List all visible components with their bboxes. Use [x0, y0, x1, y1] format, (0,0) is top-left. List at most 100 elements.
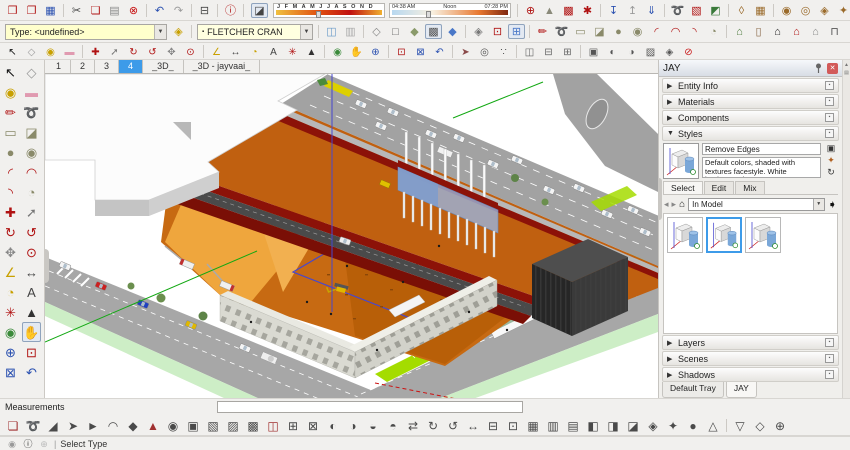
drape-icon[interactable]: ◈: [816, 3, 833, 18]
three-point-arc-icon[interactable]: ◝: [686, 24, 703, 39]
rectangle-tool-icon[interactable]: ▭: [1, 122, 20, 142]
flat-roof-icon[interactable]: ⊓: [826, 24, 843, 39]
three-point-arc-icon[interactable]: ◝: [1, 182, 20, 202]
bottom-tool-icon[interactable]: ⊕: [771, 418, 789, 433]
tray-menu-icon[interactable]: ▤: [844, 70, 849, 76]
section-layers[interactable]: ▶ Layers ▪: [662, 335, 839, 350]
bottom-tool-icon[interactable]: ●: [684, 418, 702, 433]
bottom-tool-icon[interactable]: ◐: [324, 418, 342, 433]
bottom-tool-icon[interactable]: ◑: [344, 418, 362, 433]
bottom-tool-icon[interactable]: ►: [84, 418, 102, 433]
model-info-icon[interactable]: ⓘ: [222, 3, 239, 18]
back-arrow-icon[interactable]: ◂: [664, 199, 669, 210]
pin-icon[interactable]: [814, 63, 823, 73]
position-camera-icon[interactable]: ➤: [457, 45, 474, 58]
scene-tab-2[interactable]: 2: [71, 60, 96, 73]
component-house-icon[interactable]: ⌂: [769, 24, 786, 39]
bottom-tool-icon[interactable]: ↔: [464, 418, 482, 433]
dimension-tool-icon[interactable]: ↔: [227, 45, 244, 58]
styles-list[interactable]: [663, 213, 838, 334]
bottom-tool-icon[interactable]: ⇄: [404, 418, 422, 433]
shaded-icon[interactable]: ◆: [406, 24, 423, 39]
camera-pan-icon[interactable]: ◑: [623, 45, 640, 58]
paint-adjacent-icon[interactable]: ◩: [707, 3, 724, 18]
move-tool-icon[interactable]: ✚: [1, 202, 20, 222]
home-icon[interactable]: ⌂: [679, 199, 685, 210]
previous-view-icon[interactable]: ↶: [431, 45, 448, 58]
polygon-tool-icon[interactable]: ◉: [629, 24, 646, 39]
tab-edit[interactable]: Edit: [703, 181, 735, 194]
hidden-line-icon[interactable]: □: [387, 24, 404, 39]
tray-drag-handle[interactable]: [658, 178, 662, 220]
copy-icon[interactable]: ❏: [87, 3, 104, 18]
undo-icon[interactable]: ↶: [151, 3, 168, 18]
zoom-tool-icon[interactable]: ⊕: [367, 45, 384, 58]
bottom-tool-icon[interactable]: ➤: [64, 418, 82, 433]
style-description-field[interactable]: Default colors, shaded with textures fac…: [702, 157, 821, 178]
bottom-tool-icon[interactable]: ▣: [184, 418, 202, 433]
scale-tool-icon[interactable]: ✥: [163, 45, 180, 58]
update-style-button[interactable]: ↻: [824, 167, 838, 178]
bottom-tool-icon[interactable]: ▦: [524, 418, 542, 433]
advanced-camera-icon[interactable]: ◈: [661, 45, 678, 58]
bottom-tool-icon[interactable]: ❏: [4, 418, 22, 433]
scale-tool-icon[interactable]: ✥: [1, 242, 20, 262]
section-detach-button[interactable]: ▪: [825, 97, 834, 106]
scene-tab-3d[interactable]: _3D_: [143, 60, 184, 73]
no-camera-icon[interactable]: ⊘: [680, 45, 697, 58]
previous-view-icon[interactable]: ↶: [22, 362, 41, 382]
make-component-icon[interactable]: ◇: [22, 62, 41, 82]
rotated-rectangle-icon[interactable]: ◪: [22, 122, 41, 142]
bottom-tool-icon[interactable]: ⊟: [484, 418, 502, 433]
scene-tab-4[interactable]: 4: [119, 60, 144, 73]
bottom-tool-icon[interactable]: ◆: [124, 418, 142, 433]
pie-tool-icon[interactable]: ◔: [705, 24, 722, 39]
scene-tab-3[interactable]: 3: [95, 60, 120, 73]
house-add-icon[interactable]: ⌂: [788, 24, 805, 39]
front-view-icon[interactable]: ⊞: [508, 24, 525, 39]
pan-tool-icon[interactable]: ✋: [22, 322, 41, 342]
redo-icon[interactable]: ↷: [170, 3, 187, 18]
offset-tool-icon[interactable]: ⊙: [182, 45, 199, 58]
classifier-tool-icon[interactable]: ◈: [170, 24, 187, 39]
style-thumbnail[interactable]: [667, 217, 703, 253]
section-materials[interactable]: ▶ Materials ▪: [662, 94, 839, 109]
signin-status-icon[interactable]: ⊕: [38, 436, 50, 450]
bottom-tool-icon[interactable]: ◪: [624, 418, 642, 433]
push-pull-icon[interactable]: ➚: [106, 45, 123, 58]
bottom-tool-icon[interactable]: ↺: [444, 418, 462, 433]
protractor-icon[interactable]: ◔: [246, 45, 263, 58]
section-detach-button[interactable]: ▪: [825, 81, 834, 90]
credits-status-icon[interactable]: ⓘ: [22, 436, 34, 450]
section-components[interactable]: ▶ Components ▪: [662, 110, 839, 125]
dimension-tool-icon[interactable]: ↔: [22, 262, 41, 282]
bottom-tool-icon[interactable]: ▧: [204, 418, 222, 433]
details-arrow-icon[interactable]: ➧: [828, 198, 837, 211]
print-icon[interactable]: ⊟: [196, 3, 213, 18]
tab-mix[interactable]: Mix: [735, 181, 765, 194]
bottom-tool-icon[interactable]: ◒: [364, 418, 382, 433]
texture-fix-icon[interactable]: ▧: [688, 3, 705, 18]
combo-dropdown-arrow-icon[interactable]: ▼: [154, 24, 166, 39]
look-around-icon[interactable]: ◎: [476, 45, 493, 58]
3d-text-icon[interactable]: ▲: [303, 45, 320, 58]
bottom-tool-icon[interactable]: ⊠: [304, 418, 322, 433]
select-tool-icon[interactable]: ↖: [4, 45, 21, 58]
line-tool-icon[interactable]: ✏: [1, 102, 20, 122]
make-component-icon[interactable]: ◇: [23, 45, 40, 58]
add-detail-icon[interactable]: ✦: [835, 3, 850, 18]
tape-measure-icon[interactable]: ∠: [1, 262, 20, 282]
bottom-tool-icon[interactable]: ⊞: [284, 418, 302, 433]
rectangle-tool-icon[interactable]: ▭: [572, 24, 589, 39]
bottom-tool-icon[interactable]: ◨: [604, 418, 622, 433]
bottom-tool-icon[interactable]: ↻: [424, 418, 442, 433]
bottom-tool-icon[interactable]: ▨: [224, 418, 242, 433]
section-detach-button[interactable]: ▪: [825, 129, 834, 138]
bottom-tool-icon[interactable]: ◓: [384, 418, 402, 433]
zoom-window-icon[interactable]: ⊡: [22, 342, 41, 362]
section-entity-info[interactable]: ▶ Entity Info ▪: [662, 78, 839, 93]
toggle-terrain-icon[interactable]: ▲: [541, 3, 558, 18]
sandbox-from-contours-icon[interactable]: ◊: [733, 3, 750, 18]
house-builder-icon[interactable]: ⌂: [731, 24, 748, 39]
tray-tab-jay[interactable]: JAY: [725, 382, 757, 398]
